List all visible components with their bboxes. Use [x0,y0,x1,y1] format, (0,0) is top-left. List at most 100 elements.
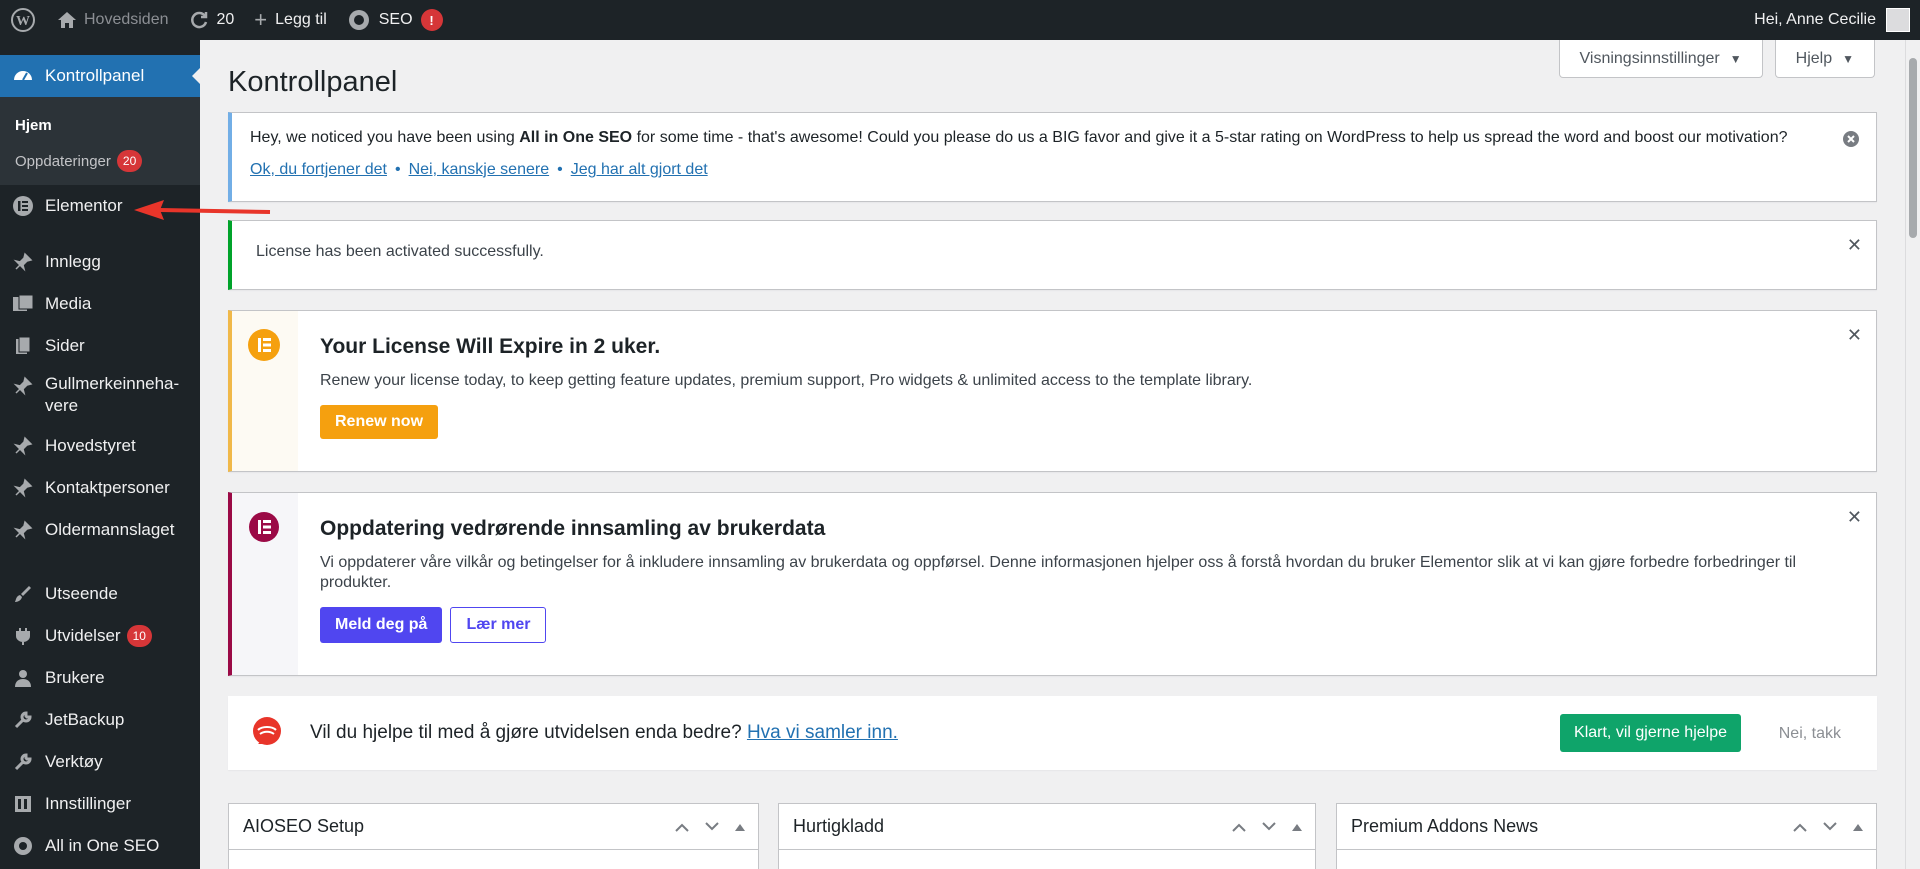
help-button[interactable]: Hjelp ▼ [1774,40,1875,78]
rate-link[interactable]: Ok, du fortjener det [250,161,387,178]
pin-icon [10,373,36,399]
postbox-quick-draft: Hurtigkladd [778,803,1316,869]
page-scrollbar[interactable] [1905,40,1920,869]
sidebar-item-label: Verktøy [45,752,103,771]
submenu-home-label: Hjem [15,116,52,134]
refresh-icon [189,10,209,30]
data-collection-notice: Oppdatering vedrørende innsamling av bru… [228,492,1877,676]
expire-title: Your License Will Expire in 2 uker. [320,335,661,358]
aioseo-notice-links: Ok, du fortjener det • Nei, kanskje senere… [250,161,1876,179]
sidebar-item-settings[interactable]: Innstillinger [0,783,200,825]
submenu-updates-label: Oppdateringer [15,152,111,170]
dashboard-icon [10,63,36,89]
pin-icon [10,475,36,501]
avatar[interactable] [1886,8,1910,32]
sidebar-item-oldermannslaget[interactable]: Oldermannslaget [0,509,200,551]
main-content: Visningsinnstillinger ▼ Hjelp ▼ Kontroll… [200,40,1905,869]
aioseo-icon [10,833,36,859]
postbox-aioseo-setup: AIOSEO Setup [228,803,759,869]
page-title: Kontrollpanel [228,66,398,98]
sidebar-item-aioseo[interactable]: All in One SEO [0,825,200,867]
pin-icon [10,517,36,543]
home-icon [56,10,78,30]
dismiss-circle-icon[interactable] [1842,130,1860,148]
postbox-title: AIOSEO Setup [243,816,365,836]
sidebar-item-kontaktpersoner[interactable]: Kontaktpersoner [0,467,200,509]
sidebar-item-label: Oldermannslaget [45,520,175,539]
tools-icon [10,749,36,775]
updates-link[interactable]: 20 [179,0,245,40]
update-title: Oppdatering vedrørende innsamling av bru… [320,517,826,540]
sidebar-item-label: Kontrollpanel [45,66,145,85]
seo-label: SEO [378,11,413,28]
screen-options-button[interactable]: Visningsinnstillinger ▼ [1558,40,1763,78]
elementor-logo-icon [248,329,280,361]
opt-in-button[interactable]: Meld deg på [320,607,443,643]
notice-sidebar [232,493,298,675]
chevron-down-icon[interactable] [1822,819,1838,835]
submenu-home[interactable]: Hjem [0,107,200,143]
sidebar-item-label: Hovedstyret [45,436,136,455]
toggle-triangle-icon[interactable] [1291,819,1303,835]
separator-dot: • [394,161,401,178]
update-text: Vi oppdaterer våre vilkår og betingelser… [320,554,1797,591]
sidebar-item-pages[interactable]: Sider [0,325,200,367]
dashboard-submenu: Hjem Oppdateringer 20 [0,97,200,185]
pages-icon [10,333,36,359]
sidebar-item-media[interactable]: Media [0,283,200,325]
sidebar-item-users[interactable]: Brukere [0,657,200,699]
site-name-link[interactable]: Hovedsiden [46,0,179,40]
sidebar-item-jetbackup[interactable]: JetBackup [0,699,200,741]
chevron-down-icon[interactable] [1261,819,1277,835]
sidebar-item-appearance[interactable]: Utseende [0,573,200,615]
chevron-up-icon[interactable] [1231,819,1247,835]
learn-more-button[interactable]: Lær mer [450,607,547,643]
renew-now-button[interactable]: Renew now [320,405,439,439]
toggle-triangle-icon[interactable] [734,819,746,835]
sidebar-item-label: Sider [45,336,85,355]
scrollbar-thumb[interactable] [1909,58,1917,238]
aioseo-rating-notice: Hey, we noticed you have been using All … [228,112,1877,202]
close-icon[interactable]: ✕ [1847,325,1862,346]
submenu-updates[interactable]: Oppdateringer 20 [0,143,200,179]
chevron-up-icon[interactable] [674,819,690,835]
sidebar-item-dashboard[interactable]: Kontrollpanel [0,55,200,97]
close-icon[interactable]: ✕ [1847,235,1862,256]
site-name: Hovedsiden [84,11,169,28]
decline-link[interactable]: Nei, takk [1779,725,1841,743]
toggle-triangle-icon[interactable] [1852,819,1864,835]
sidebar-item-plugins[interactable]: Utvidelser 10 [0,615,200,657]
chevron-up-icon[interactable] [1792,819,1808,835]
caret-down-icon: ▼ [1842,51,1854,66]
admin-sidebar: Kontrollpanel Hjem Oppdateringer 20 Elem… [0,40,200,869]
sidebar-item-tools[interactable]: Verktøy [0,741,200,783]
plus-icon: + [254,7,268,32]
plugins-badge: 10 [126,625,152,647]
sidebar-item-gullmerke[interactable]: Gullmerkeinneha-vere [0,367,200,425]
user-greeting[interactable]: Hei, Anne Cecilie [1754,11,1876,29]
sidebar-item-posts[interactable]: Innlegg [0,241,200,283]
screen-meta-links: Visningsinnstillinger ▼ Hjelp ▼ [1558,40,1875,78]
new-content-link[interactable]: + Legg til [244,0,336,40]
sidebar-item-label: Gullmerkeinneha-vere [45,374,180,415]
accept-help-button[interactable]: Klart, vil gjerne hjelpe [1560,714,1741,752]
notice-text-part: for some time - that's awesome! Could yo… [632,129,1788,146]
seo-menu[interactable]: SEO ! [337,0,453,40]
chevron-down-icon[interactable] [704,819,720,835]
postbox-title: Premium Addons News [1351,816,1539,836]
close-icon[interactable]: ✕ [1847,507,1862,528]
postbox-title: Hurtigkladd [793,816,885,836]
notice-text-part: Hey, we noticed you have been using [250,129,520,146]
updates-count: 20 [216,11,235,28]
users-icon [10,665,36,691]
sidebar-item-label: JetBackup [45,710,125,729]
help-improve-notice: Vil du hjelpe til med å gjøre utvidelsen… [228,696,1877,770]
wrench-icon [10,707,36,733]
wordpress-logo-icon[interactable]: W [0,0,46,40]
sidebar-item-hovedstyret[interactable]: Hovedstyret [0,425,200,467]
what-we-collect-link[interactable]: Hva vi samler inn. [747,722,898,743]
sidebar-item-label: Innlegg [45,252,101,271]
later-link[interactable]: Nei, kanskje senere [409,161,550,178]
already-done-link[interactable]: Jeg har alt gjort det [571,161,708,178]
premium-addons-logo-icon [253,717,281,745]
